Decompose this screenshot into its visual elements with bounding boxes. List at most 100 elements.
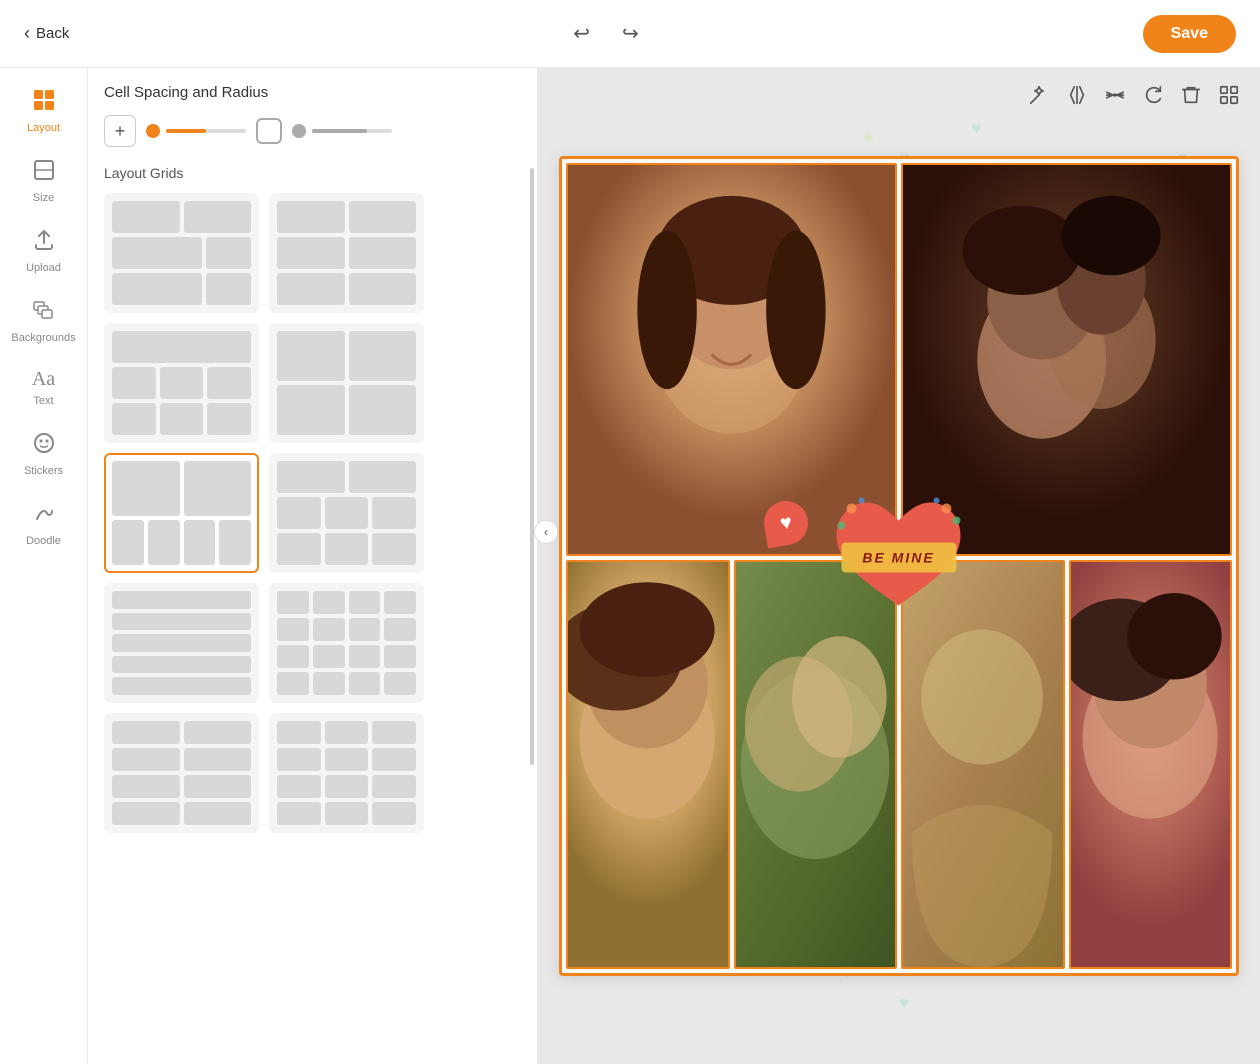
rotate-button[interactable] <box>1138 80 1168 116</box>
grid-cell <box>112 201 180 233</box>
radius-icon <box>256 118 282 144</box>
grid-cell <box>184 520 216 565</box>
grid-cell <box>207 403 251 435</box>
grid-cell <box>384 672 416 695</box>
grid-cell <box>384 591 416 614</box>
photo-cell-6[interactable] <box>1069 560 1233 969</box>
grid-item-3[interactable] <box>269 323 424 443</box>
grid-cell <box>184 201 252 233</box>
backgrounds-icon <box>32 298 56 328</box>
grid-cell <box>112 634 251 652</box>
delete-button[interactable] <box>1176 80 1206 116</box>
grid-cell <box>277 645 309 668</box>
orange-slider-group <box>146 124 246 138</box>
grid-item-6[interactable] <box>104 583 259 703</box>
grid-cell <box>277 273 345 305</box>
grid-cell <box>384 645 416 668</box>
magic-wand-button[interactable] <box>1024 80 1054 116</box>
grid-cell <box>112 775 180 798</box>
grid-cell <box>349 273 417 305</box>
sidebar-item-text[interactable]: Aa Text <box>0 356 87 419</box>
layout-icon <box>32 88 56 118</box>
flip-h-button[interactable] <box>1062 80 1092 116</box>
heart-badge-sticker[interactable]: ♥ <box>764 501 808 545</box>
gray-slider-fill <box>312 129 367 133</box>
sidebar-item-size[interactable]: Size <box>0 146 87 216</box>
grid-item-0[interactable] <box>104 193 259 313</box>
add-spacing-button[interactable]: + <box>104 115 136 147</box>
sidebar-item-upload[interactable]: Upload <box>0 216 87 286</box>
spacing-controls: + <box>104 115 521 147</box>
grid-cell <box>207 367 251 399</box>
grid-cell <box>349 237 417 269</box>
grid-item-2[interactable] <box>104 323 259 443</box>
grid-cell <box>184 802 252 825</box>
layout-label: Layout <box>27 122 60 134</box>
grid-cell <box>277 748 321 771</box>
grid-cell <box>277 721 321 744</box>
grid-cell <box>277 201 345 233</box>
back-label: Back <box>36 25 69 42</box>
gray-slider[interactable] <box>312 129 392 133</box>
grid-cell <box>112 520 144 565</box>
be-mine-sticker[interactable]: BE MINE <box>822 490 977 625</box>
grid-cell <box>112 677 251 695</box>
grid-cell <box>349 461 417 493</box>
photo-collage[interactable]: ♥ <box>559 156 1239 976</box>
orange-slider[interactable] <box>166 129 246 133</box>
grid-item-7[interactable] <box>269 583 424 703</box>
heart-decor: ♥ <box>899 993 910 1014</box>
grid-item-1[interactable] <box>269 193 424 313</box>
more-options-button[interactable] <box>1214 80 1244 116</box>
grid-cell <box>277 672 309 695</box>
heart-decor: ♥ <box>971 118 982 139</box>
grid-cell <box>372 748 416 771</box>
grid-cell <box>160 367 204 399</box>
grid-item-5[interactable] <box>269 453 424 573</box>
upload-icon <box>32 228 56 258</box>
grid-cell <box>325 721 369 744</box>
grid-cell <box>277 775 321 798</box>
sidebar-item-stickers[interactable]: Stickers <box>0 419 87 489</box>
back-button[interactable]: ‹ Back <box>24 23 69 44</box>
doodle-icon <box>32 501 56 531</box>
sidebar-item-backgrounds[interactable]: Backgrounds <box>0 286 87 356</box>
sidebar-item-doodle[interactable]: Doodle <box>0 489 87 559</box>
flip-v-button[interactable] <box>1100 80 1130 116</box>
collage-inner: ♥ <box>562 159 1236 973</box>
grid-cell <box>112 403 156 435</box>
grid-cell <box>313 618 345 641</box>
size-label: Size <box>33 192 54 204</box>
grid-cell <box>112 802 180 825</box>
doodle-label: Doodle <box>26 535 61 547</box>
upload-label: Upload <box>26 262 61 274</box>
top-center-tools: ↩ ↪ <box>567 15 645 52</box>
grid-cell <box>313 645 345 668</box>
main-content: Layout Size Upload <box>0 68 1260 1064</box>
grid-cell <box>372 775 416 798</box>
undo-button[interactable]: ↩ <box>567 15 596 52</box>
grid-cell <box>277 385 345 435</box>
grid-cell <box>112 748 180 771</box>
text-icon: Aa <box>32 368 55 391</box>
redo-button[interactable]: ↪ <box>616 15 645 52</box>
grid-cell <box>277 461 345 493</box>
grid-item-8[interactable] <box>104 713 259 833</box>
grid-item-4-selected[interactable] <box>104 453 259 573</box>
collapse-panel-button[interactable]: ‹ <box>534 520 558 544</box>
leaf-decor: ◈ <box>863 128 874 145</box>
grid-cell <box>184 721 252 744</box>
orange-slider-fill <box>166 129 206 133</box>
orange-dot <box>146 124 160 138</box>
sidebar-item-layout[interactable]: Layout <box>0 76 87 146</box>
scrollbar[interactable] <box>530 168 534 766</box>
save-button[interactable]: Save <box>1143 15 1236 53</box>
text-label: Text <box>33 395 53 407</box>
grid-cell <box>349 645 381 668</box>
grid-item-9[interactable] <box>269 713 424 833</box>
grid-cell <box>349 201 417 233</box>
grid-cell <box>372 497 416 529</box>
grid-cell <box>349 672 381 695</box>
photo-cell-3[interactable] <box>566 560 730 969</box>
gray-slider-group <box>292 124 392 138</box>
